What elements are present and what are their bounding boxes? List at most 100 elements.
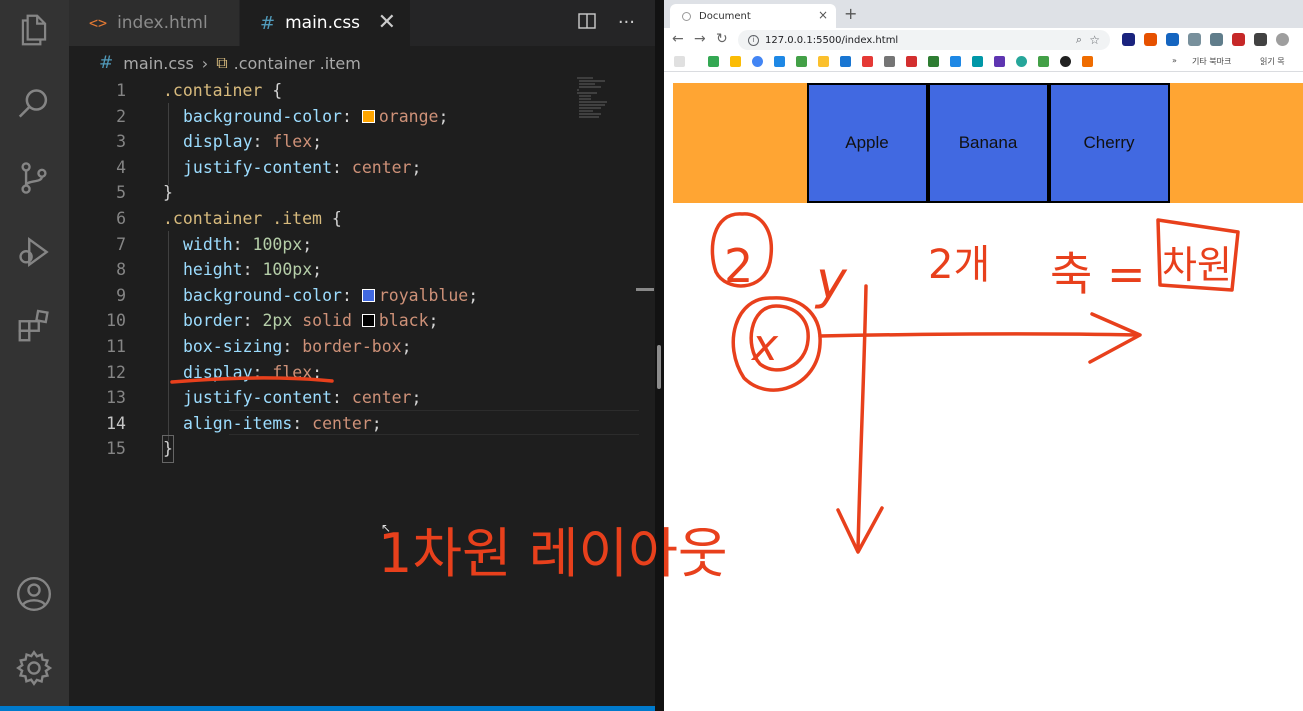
puzzle-icon[interactable] [1254, 33, 1267, 46]
code-line: 3 display: flex; [116, 132, 323, 152]
browser-window: Document × + ← → ↻ i 127.0.0.1:5500/inde… [664, 0, 1303, 711]
close-icon[interactable]: ✕ [378, 10, 396, 35]
bookmark-icon[interactable] [1038, 56, 1049, 67]
vscode-window: <> index.html # main.css ✕ ··· # main.cs… [0, 0, 655, 711]
breadcrumb-file[interactable]: main.css [123, 54, 194, 73]
code-line: 13 justify-content: center; [106, 388, 422, 408]
resize-handle[interactable] [657, 345, 661, 389]
browser-tab[interactable]: Document × [670, 4, 836, 28]
account-icon[interactable] [14, 574, 54, 614]
github-icon[interactable] [1060, 56, 1071, 67]
run-debug-icon[interactable] [14, 232, 54, 272]
bookmark-icon[interactable] [994, 56, 1005, 67]
bookmark-icon[interactable] [1016, 56, 1027, 67]
code-editor[interactable]: 1 .container { 2 background-color: orange;… [69, 78, 639, 478]
color-swatch[interactable] [361, 109, 375, 123]
code-line: 7 width: 100px; [116, 234, 313, 254]
browser-tab-bar: Document × + [664, 0, 1303, 28]
bookmark-icon[interactable] [818, 56, 829, 67]
code-line: 14 align-items: center; [106, 413, 382, 433]
back-icon[interactable]: ← [672, 31, 684, 47]
css-icon: # [260, 12, 276, 34]
breadcrumb-symbol[interactable]: .container .item [234, 54, 361, 73]
flex-container: Apple Banana Cherry [673, 83, 1303, 203]
extension-icon[interactable] [1122, 33, 1135, 46]
code-line: 12 display: flex; [106, 362, 323, 382]
split-editor-icon[interactable] [578, 12, 596, 35]
avatar[interactable] [1276, 33, 1289, 46]
extension-icon[interactable] [1210, 33, 1223, 46]
url-text: 127.0.0.1:5500/index.html [765, 34, 899, 46]
bookmark-icon[interactable] [730, 56, 741, 67]
address-bar[interactable]: i 127.0.0.1:5500/index.html ⌕ ☆ [738, 30, 1110, 50]
reading-list[interactable]: 읽기 목 [1260, 56, 1285, 67]
mouse-cursor-icon: ↖ [381, 521, 392, 535]
bookmark-icon[interactable] [774, 56, 785, 67]
more-bookmarks-icon[interactable]: » [1172, 56, 1177, 65]
tab-main-css[interactable]: # main.css ✕ [240, 0, 410, 46]
bookmark-icon[interactable] [840, 56, 851, 67]
editor-tab-bar: <> index.html # main.css ✕ ··· [69, 0, 655, 46]
code-line: 11 box-sizing: border-box; [106, 337, 412, 356]
code-line: 1 .container { [116, 81, 283, 100]
source-control-icon[interactable] [14, 158, 54, 198]
browser-toolbar: ← → ↻ i 127.0.0.1:5500/index.html ⌕ ☆ [664, 28, 1303, 52]
extension-icon[interactable] [1188, 33, 1201, 46]
bookmark-icon[interactable] [884, 56, 895, 67]
bookmark-folder[interactable]: 기타 북마크 [1192, 56, 1231, 67]
close-icon[interactable]: × [818, 8, 828, 22]
color-swatch[interactable] [361, 314, 375, 328]
html-icon: <> [89, 14, 108, 32]
symbol-icon: ⧉ [216, 53, 228, 72]
extension-icon[interactable] [1232, 33, 1245, 46]
code-line: 9 background-color: royalblue; [116, 285, 479, 305]
extension-icon[interactable] [1144, 33, 1157, 46]
bookmark-icon[interactable] [972, 56, 983, 67]
settings-gear-icon[interactable] [14, 648, 54, 688]
more-actions-icon[interactable]: ··· [618, 12, 635, 35]
bookmark-icon[interactable] [752, 56, 763, 67]
activity-bar [0, 0, 69, 711]
code-line: 8 height: 100px; [116, 260, 323, 280]
minimap[interactable] [575, 76, 635, 120]
tab-label: main.css [285, 13, 361, 33]
search-icon[interactable] [14, 84, 54, 124]
apps-icon[interactable] [674, 56, 685, 67]
page-viewport: Apple Banana Cherry [664, 73, 1303, 711]
bookmark-icon[interactable] [796, 56, 807, 67]
bookmark-icon[interactable] [1082, 56, 1093, 67]
bookmark-star-icon[interactable]: ☆ [1089, 33, 1100, 47]
bookmark-icon[interactable] [928, 56, 939, 67]
bookmark-icon[interactable] [950, 56, 961, 67]
item-banana: Banana [927, 83, 1049, 203]
bookmark-icon[interactable] [708, 56, 719, 67]
bookmarks-bar: » 기타 북마크 읽기 목 [664, 52, 1303, 72]
code-line: 10 border: 2px solid black; [106, 311, 439, 331]
forward-icon[interactable]: → [694, 31, 706, 47]
tab-label: index.html [117, 13, 208, 33]
code-line: 15} [69, 435, 569, 463]
code-line: 2 background-color: orange; [116, 106, 449, 126]
globe-icon [682, 11, 691, 21]
status-bar [0, 706, 655, 711]
extension-icon[interactable] [1166, 33, 1179, 46]
info-icon[interactable]: i [748, 34, 759, 46]
item-cherry: Cherry [1048, 83, 1170, 203]
bookmark-icon[interactable] [906, 56, 917, 67]
reload-icon[interactable]: ↻ [716, 31, 728, 47]
explorer-icon[interactable] [14, 10, 54, 50]
color-swatch[interactable] [361, 288, 375, 302]
zoom-icon[interactable]: ⌕ [1076, 33, 1082, 47]
new-tab-button[interactable]: + [844, 4, 857, 23]
breadcrumb: # main.css › ⧉ .container .item [69, 50, 655, 76]
scrollbar-marker[interactable] [636, 288, 654, 291]
chevron-right-icon: › [201, 53, 209, 73]
code-line: 6 .container .item { [116, 209, 342, 228]
code-line: 5} [116, 183, 173, 203]
tab-title: Document [699, 10, 751, 22]
item-apple: Apple [806, 83, 928, 203]
code-line: 4 justify-content: center; [116, 157, 422, 177]
extensions-icon[interactable] [14, 306, 54, 346]
bookmark-icon[interactable] [862, 56, 873, 67]
tab-index-html[interactable]: <> index.html [69, 0, 239, 46]
